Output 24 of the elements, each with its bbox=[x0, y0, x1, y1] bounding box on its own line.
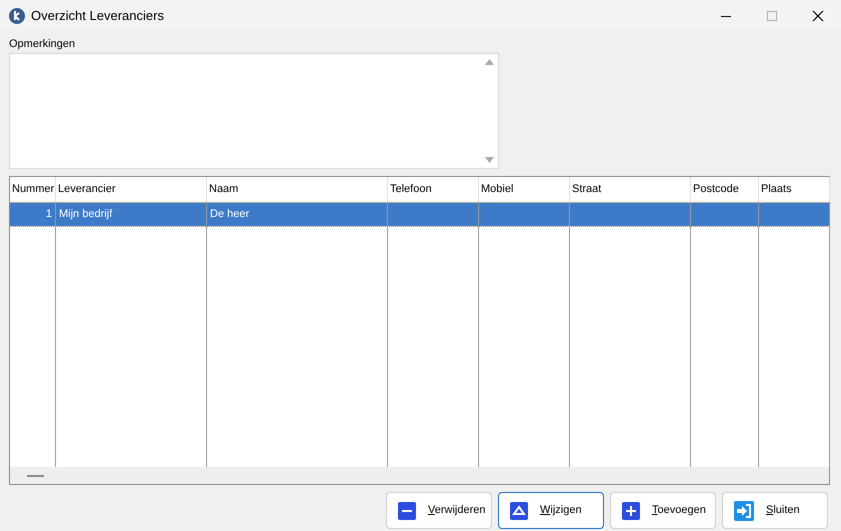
button-label: Wijzigen bbox=[540, 503, 582, 518]
sign-in-icon bbox=[734, 500, 754, 520]
action-button[interactable]: Toevoegen bbox=[610, 492, 716, 529]
table-cell-text: Mijn bedrijf bbox=[59, 207, 112, 222]
button-label: Verwijderen bbox=[428, 503, 486, 518]
minus-icon bbox=[398, 502, 416, 520]
action-button[interactable]: Sluiten bbox=[722, 492, 828, 529]
action-button[interactable]: Wijzigen bbox=[498, 492, 604, 529]
scroll-down-icon bbox=[485, 157, 494, 163]
button-label: Toevoegen bbox=[652, 503, 706, 518]
remarks-label: Opmerkingen bbox=[9, 37, 76, 52]
scroll-up-icon bbox=[485, 59, 494, 65]
close-icon bbox=[812, 10, 824, 22]
plus-icon bbox=[622, 502, 640, 520]
window-title: Overzicht Leveranciers bbox=[31, 6, 164, 25]
action-button[interactable]: Verwijderen bbox=[386, 492, 492, 529]
table-cell-text: 1 bbox=[46, 207, 52, 222]
horizontal-scrollbar[interactable] bbox=[10, 467, 829, 484]
maximize-icon bbox=[767, 10, 777, 20]
remarks-field[interactable] bbox=[9, 53, 499, 169]
app-logo-icon bbox=[9, 8, 25, 24]
button-label: Sluiten bbox=[766, 503, 800, 518]
table-cell-text: De heer bbox=[210, 207, 250, 222]
table-row[interactable]: 1 Mijn bedrijf De heer bbox=[10, 203, 829, 226]
